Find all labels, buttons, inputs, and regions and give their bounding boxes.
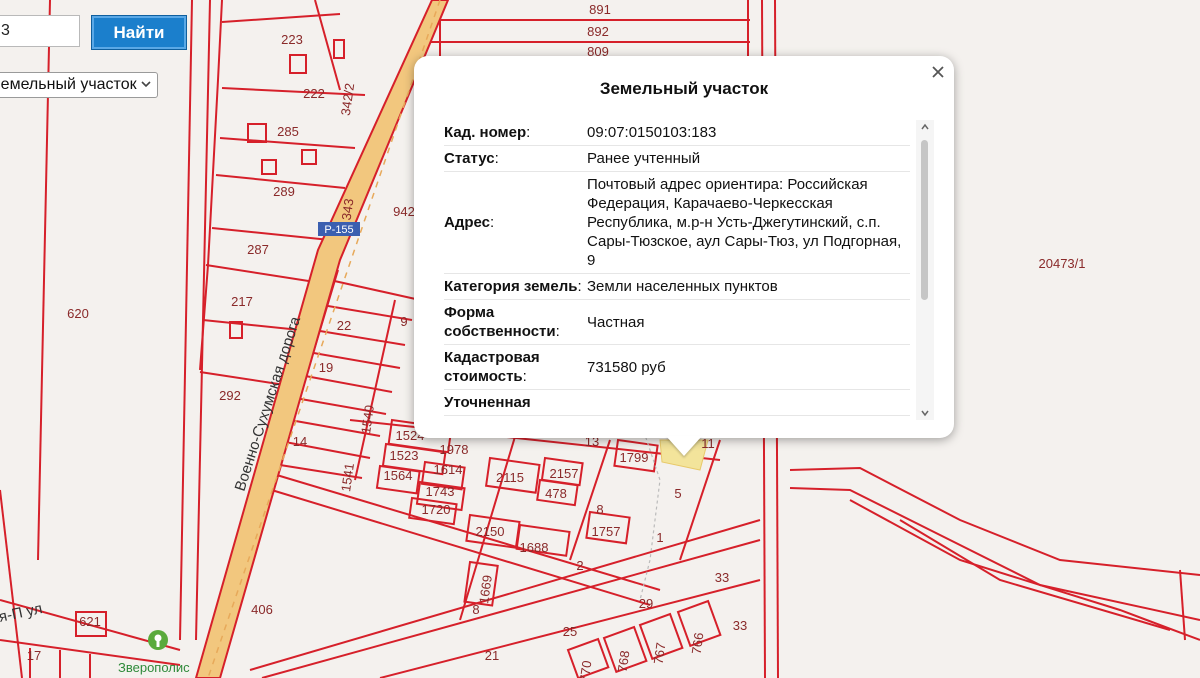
parcel-number-label: 768 [615,650,633,674]
parcel-number-label: 2150 [476,524,505,539]
parcel-number-label: 17 [27,648,41,663]
layer-type-value: Земельный участок [0,76,137,93]
parcel-number-label: 20473/1 [1039,256,1086,271]
road-shield-text: Р-155 [324,224,353,236]
property-key: Форма собственности: [444,304,560,340]
layer-type-select[interactable]: Земельный участок [0,72,158,98]
parcel-number-label: 478 [545,486,567,501]
parcel-number-label: 222 [303,86,325,101]
scroll-up-icon[interactable] [920,122,930,132]
parcel-number-label: 620 [67,306,89,321]
parcel-info-popup: Земельный участок Кад. номер: 09:07:01501… [414,56,954,438]
parcel-number-label: 1614 [434,462,463,477]
parcel-number-label: 285 [277,124,299,139]
parcel-number-label: 217 [231,294,253,309]
property-row: Адрес: Почтовый адрес ориентира: Российск… [444,172,910,274]
parcel-number-label: 1978 [440,442,469,457]
property-row: Форма собственности: Частная [444,300,910,345]
parcel-number-label: 1 [656,530,663,545]
parcel-number-label: 892 [587,24,609,39]
popup-body[interactable]: Кад. номер: 09:07:0150103:183 Статус: Ранее… [444,120,934,420]
parcel-number-label: 1564 [384,468,413,483]
parcel-number-label: 343 [339,198,357,222]
parcel-number-label: 770 [577,660,595,678]
property-key: Статус: [444,150,499,167]
search-button-label: Найти [113,22,165,42]
parcel-number-label: 1799 [620,450,649,465]
parcel-number-label: 14 [293,434,307,449]
property-value: Частная [587,313,645,331]
parcel-number-label: 292 [219,388,241,403]
parcel-number-label: 406 [251,602,273,617]
popup-pointer [666,436,702,456]
parcel-number-label: 11 [701,436,715,451]
property-row: Категория земель: Земли населенных пункто… [444,274,910,300]
parcel-number-label: 19 [319,360,333,375]
parcel-number-label: 33 [733,618,747,633]
parcel-number-label: 223 [281,32,303,47]
property-value [587,400,910,406]
property-value: 09:07:0150103:183 [587,124,717,141]
property-key-text: Форма собственности [444,304,556,340]
property-key: Адрес: [444,214,495,231]
property-row: Кадастровая стоимость: 731580 руб [444,345,910,390]
search-input[interactable] [0,15,80,47]
parcel-number-label: 289 [273,184,295,199]
property-key-text: Статус [444,150,495,167]
scroll-down-icon[interactable] [920,408,930,418]
property-value: 731580 руб [587,358,666,376]
parcel-number-label: 767 [651,642,669,666]
properties-table: Кад. номер: 09:07:0150103:183 Статус: Ранее… [444,120,910,416]
poi-marker-icon[interactable] [146,628,170,652]
parcel-number-label: 22 [337,318,351,333]
parcel-number-label: 25 [563,624,577,639]
property-key-text: Уточненная [444,394,531,411]
scrollbar-thumb[interactable] [921,140,928,300]
property-key-text: Адрес [444,214,491,231]
parcel-number-label: 33 [715,570,729,585]
property-value: Почтовый адрес ориентира: Российская Фед… [587,176,902,269]
parcel-number-label: 287 [247,242,269,257]
parcel-number-label: 1523 [390,448,419,463]
parcel-number-label: 29 [639,596,653,611]
property-row: Уточненная [444,390,910,416]
parcel-number-label: 1688 [520,540,549,555]
property-key: Кад. номер: [444,124,531,141]
parcel-number-label: 1757 [592,524,621,539]
parcel-number-label: 942 [393,204,415,219]
parcel-number-label: 891 [589,2,611,17]
parcel-number-label: 766 [689,632,707,656]
property-key-text: Кад. номер [444,124,527,141]
poi-label[interactable]: Зверополис [118,660,190,675]
parcel-number-label: 5 [674,486,681,501]
property-row: Кад. номер: 09:07:0150103:183 [444,120,910,146]
parcel-number-label: 21 [485,648,499,663]
parcel-number-label: 621 [79,614,101,629]
parcel-number-label: 8 [472,602,479,617]
parcel-number-label: 9 [400,314,407,329]
parcel-number-label: 2 [576,558,583,573]
parcel-number-label: 1743 [426,484,455,499]
chevron-down-icon [141,81,151,88]
parcel-number-label: 8 [596,502,603,517]
popup-title: Земельный участок [599,79,769,98]
parcel-number-label: 2157 [550,466,579,481]
property-row: Статус: Ранее учтенный [444,146,910,172]
property-key: Уточненная [444,390,587,415]
property-key: Кадастровая стоимость: [444,349,540,385]
property-value: Земли населенных пунктов [587,278,778,295]
property-key-text: Категория земель [444,278,578,295]
close-icon[interactable] [930,64,946,80]
property-key: Категория земель: [444,278,582,295]
parcel-number-label: 2115 [496,470,524,485]
property-value: Ранее учтенный [587,150,701,167]
popup-scrollbar[interactable] [916,120,934,420]
search-button[interactable]: Найти [91,15,187,50]
parcel-number-label: 1720 [422,502,451,517]
